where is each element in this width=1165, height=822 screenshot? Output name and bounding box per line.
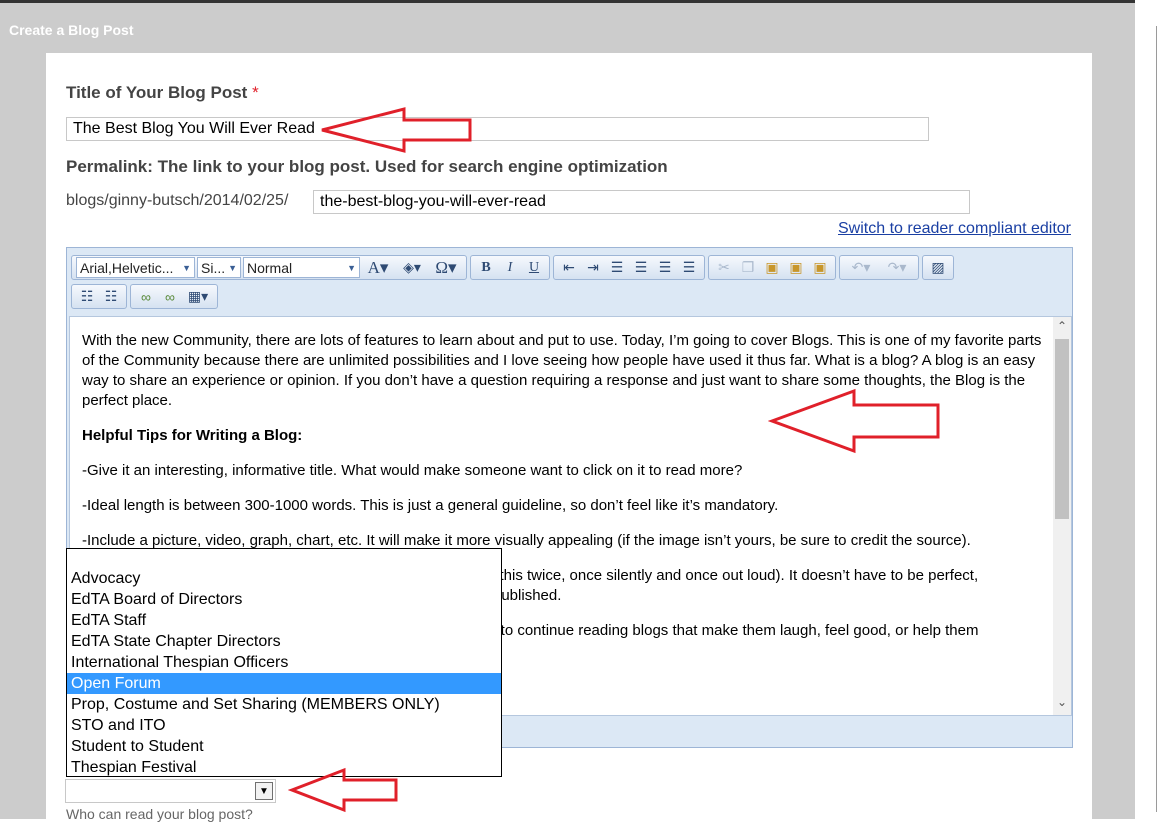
paste-icon[interactable]: ▣ bbox=[761, 258, 783, 278]
font-color-icon[interactable]: A▾ bbox=[362, 258, 394, 278]
link-group: ∞ ∞ ▦▾ bbox=[130, 284, 218, 309]
bold-icon[interactable]: B bbox=[475, 258, 497, 278]
editor-scrollbar[interactable]: ⌃ ⌄ bbox=[1053, 317, 1071, 715]
chevron-down-icon[interactable]: ▼ bbox=[255, 782, 273, 800]
permalink-label: Permalink: The link to your blog post. U… bbox=[66, 157, 668, 176]
dropdown-option[interactable]: Advocacy bbox=[67, 568, 501, 589]
justify-icon[interactable]: ☰ bbox=[678, 258, 700, 278]
scroll-down-icon[interactable]: ⌄ bbox=[1053, 695, 1071, 711]
clipboard-group: ✂ ❐ ▣ ▣ ▣ bbox=[708, 255, 836, 280]
group-select[interactable]: ▼ bbox=[65, 779, 276, 803]
numbered-list-icon[interactable]: ☷ bbox=[76, 287, 98, 307]
font-group: Arial,Helvetic... ▼ Si... ▼ Normal ▼ A▾ ◈▾ … bbox=[71, 255, 467, 280]
outdent-icon[interactable]: ⇤ bbox=[558, 258, 580, 278]
align-left-icon[interactable]: ☰ bbox=[606, 258, 628, 278]
paste-word-icon[interactable]: ▣ bbox=[809, 258, 831, 278]
font-size-value: Si... bbox=[201, 259, 226, 276]
link-icon[interactable]: ∞ bbox=[135, 287, 157, 307]
permalink-prefix: blogs/ginny-butsch/2014/02/25/ bbox=[66, 192, 289, 209]
annotation-arrow-icon bbox=[768, 388, 940, 454]
dropdown-option[interactable]: International Thespian Officers bbox=[67, 652, 501, 673]
scroll-up-icon[interactable]: ⌃ bbox=[1053, 319, 1071, 335]
cut-icon[interactable]: ✂ bbox=[713, 258, 735, 278]
title-label-text: Title of Your Blog Post bbox=[66, 83, 248, 102]
panel-title: Create a Blog Post bbox=[9, 22, 134, 38]
insert-group: ▨ bbox=[922, 255, 954, 280]
font-name-value: Arial,Helvetic... bbox=[80, 259, 174, 276]
dropdown-option[interactable]: STO and ITO bbox=[67, 715, 501, 736]
copy-icon[interactable]: ❐ bbox=[737, 258, 759, 278]
editor-paragraph: -Ideal length is between 300-1000 words.… bbox=[82, 497, 779, 514]
highlight-icon[interactable]: ◈▾ bbox=[396, 258, 428, 278]
font-name-combo[interactable]: Arial,Helvetic... ▼ bbox=[76, 257, 195, 278]
dropdown-option[interactable]: EdTA Staff bbox=[67, 610, 501, 631]
special-char-icon[interactable]: Ω▾ bbox=[430, 258, 462, 278]
group-dropdown-list[interactable]: Advocacy EdTA Board of Directors EdTA St… bbox=[66, 548, 502, 777]
dropdown-option[interactable]: EdTA State Chapter Directors bbox=[67, 631, 501, 652]
chevron-down-icon: ▼ bbox=[182, 262, 191, 273]
required-marker: * bbox=[252, 83, 259, 102]
alignment-group: ⇤ ⇥ ☰ ☰ ☰ ☰ bbox=[553, 255, 705, 280]
bulleted-list-icon[interactable]: ☷ bbox=[100, 287, 122, 307]
redo-icon[interactable]: ↷▾ bbox=[880, 258, 914, 278]
visibility-help-text: Who can read your blog post? bbox=[66, 806, 253, 822]
title-input[interactable]: The Best Blog You Will Ever Read bbox=[66, 117, 929, 141]
dropdown-option[interactable]: EdTA Board of Directors bbox=[67, 589, 501, 610]
dropdown-option-selected[interactable]: Open Forum bbox=[67, 673, 501, 694]
editor-paragraph: -Give it an interesting, informative tit… bbox=[82, 462, 743, 479]
italic-icon[interactable]: I bbox=[499, 258, 521, 278]
align-right-icon[interactable]: ☰ bbox=[654, 258, 676, 278]
font-size-combo[interactable]: Si... ▼ bbox=[197, 257, 241, 278]
chevron-down-icon: ▼ bbox=[228, 262, 237, 273]
annotation-arrow-icon bbox=[321, 107, 472, 153]
unlink-icon[interactable]: ∞ bbox=[159, 287, 181, 307]
permalink-input[interactable]: the-best-blog-you-will-ever-read bbox=[313, 190, 970, 214]
scroll-thumb[interactable] bbox=[1055, 339, 1069, 519]
underline-icon[interactable]: U bbox=[523, 258, 545, 278]
toolbar-row-1: Arial,Helvetic... ▼ Si... ▼ Normal ▼ A▾ ◈▾ … bbox=[71, 254, 957, 281]
scrollbar-edge bbox=[1156, 26, 1157, 812]
dropdown-option[interactable]: Prop, Costume and Set Sharing (MEMBERS O… bbox=[67, 694, 501, 715]
annotation-arrow-icon bbox=[288, 767, 398, 813]
history-group: ↶▾ ↷▾ bbox=[839, 255, 919, 280]
text-style-group: B I U bbox=[470, 255, 550, 280]
paste-text-icon[interactable]: ▣ bbox=[785, 258, 807, 278]
chevron-down-icon: ▼ bbox=[347, 262, 356, 273]
list-group: ☷ ☷ bbox=[71, 284, 127, 309]
table-icon[interactable]: ▦▾ bbox=[183, 287, 213, 307]
undo-icon[interactable]: ↶▾ bbox=[844, 258, 878, 278]
dropdown-option[interactable]: Student to Student bbox=[67, 736, 501, 757]
dropdown-option[interactable]: Thespian Festival bbox=[67, 757, 501, 778]
align-center-icon[interactable]: ☰ bbox=[630, 258, 652, 278]
format-block-combo[interactable]: Normal ▼ bbox=[243, 257, 360, 278]
toolbar-row-2: ☷ ☷ ∞ ∞ ▦▾ bbox=[71, 283, 221, 310]
indent-icon[interactable]: ⇥ bbox=[582, 258, 604, 278]
image-icon[interactable]: ▨ bbox=[927, 258, 949, 278]
format-block-value: Normal bbox=[247, 259, 293, 276]
title-label: Title of Your Blog Post * bbox=[66, 83, 259, 103]
switch-editor-link[interactable]: Switch to reader compliant editor bbox=[838, 220, 1071, 238]
